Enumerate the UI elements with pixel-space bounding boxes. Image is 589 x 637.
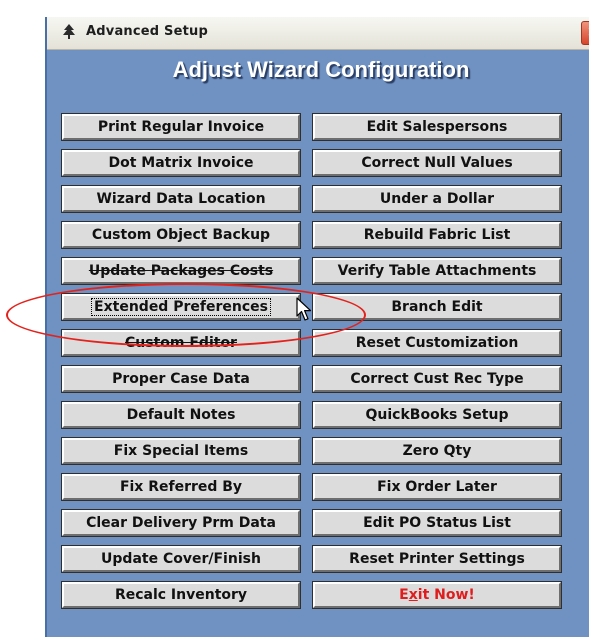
mouse-pointer-icon: [296, 297, 312, 321]
reset-printer-settings-button[interactable]: Reset Printer Settings: [312, 545, 562, 573]
default-notes-button[interactable]: Default Notes: [61, 401, 301, 429]
edit-salespersons-button[interactable]: Edit Salespersons: [312, 113, 562, 141]
proper-case-data-button[interactable]: Proper Case Data: [61, 365, 301, 393]
quickbooks-setup-button[interactable]: QuickBooks Setup: [312, 401, 562, 429]
close-button[interactable]: ✕: [581, 21, 589, 45]
app-tree-icon: [63, 24, 75, 39]
wizard-data-location-button[interactable]: Wizard Data Location: [61, 185, 301, 213]
extended-preferences-button[interactable]: Extended Preferences: [61, 293, 301, 321]
title-bar[interactable]: Advanced Setup ✕: [47, 17, 589, 50]
wizard-button-grid: Print Regular Invoice Edit Salespersons …: [61, 113, 562, 609]
branch-edit-button[interactable]: Branch Edit: [312, 293, 562, 321]
page-title: Adjust Wizard Configuration: [172, 57, 470, 82]
correct-null-values-button[interactable]: Correct Null Values: [312, 149, 562, 177]
exit-accelerator-key: x: [408, 587, 418, 603]
fix-referred-by-button[interactable]: Fix Referred By: [61, 473, 301, 501]
custom-object-backup-button[interactable]: Custom Object Backup: [61, 221, 301, 249]
custom-editor-button[interactable]: Custom Editor: [61, 329, 301, 357]
print-regular-invoice-button[interactable]: Print Regular Invoice: [61, 113, 301, 141]
dot-matrix-invoice-button[interactable]: Dot Matrix Invoice: [61, 149, 301, 177]
update-packages-costs-button[interactable]: Update Packages Costs: [61, 257, 301, 285]
rebuild-fabric-list-button[interactable]: Rebuild Fabric List: [312, 221, 562, 249]
reset-customization-button[interactable]: Reset Customization: [312, 329, 562, 357]
fix-order-later-button[interactable]: Fix Order Later: [312, 473, 562, 501]
advanced-setup-window: Advanced Setup ✕ Adjust Wizard Configura…: [45, 17, 589, 637]
window-title: Advanced Setup: [86, 24, 208, 39]
exit-now-button[interactable]: Exit Now!: [312, 581, 562, 609]
correct-cust-rec-type-button[interactable]: Correct Cust Rec Type: [312, 365, 562, 393]
update-cover-finish-button[interactable]: Update Cover/Finish: [61, 545, 301, 573]
verify-table-attachments-button[interactable]: Verify Table Attachments: [312, 257, 562, 285]
zero-qty-button[interactable]: Zero Qty: [312, 437, 562, 465]
clear-delivery-prm-data-button[interactable]: Clear Delivery Prm Data: [61, 509, 301, 537]
recalc-inventory-button[interactable]: Recalc Inventory: [61, 581, 301, 609]
fix-special-items-button[interactable]: Fix Special Items: [61, 437, 301, 465]
under-a-dollar-button[interactable]: Under a Dollar: [312, 185, 562, 213]
edit-po-status-list-button[interactable]: Edit PO Status List: [312, 509, 562, 537]
exit-now-label: Exit Now!: [399, 587, 475, 603]
